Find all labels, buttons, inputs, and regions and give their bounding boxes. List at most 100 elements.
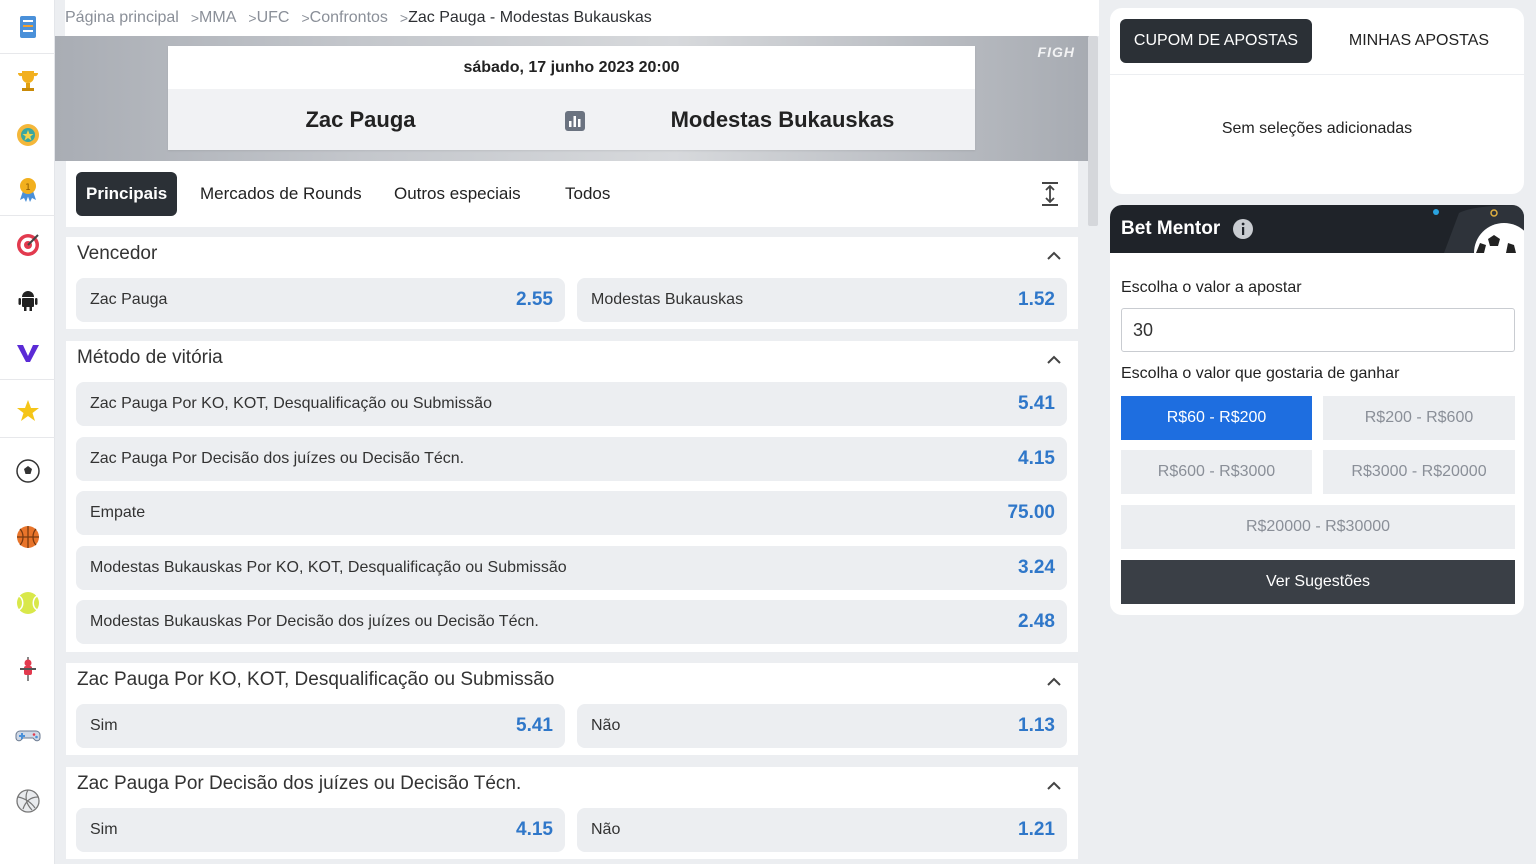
info-icon[interactable]: [1232, 218, 1254, 240]
odd-value: 4.15: [516, 819, 553, 840]
odd-value: 4.15: [1018, 448, 1055, 469]
trophy-icon[interactable]: [0, 54, 55, 108]
main-content: Página principal > MMA > UFC > Confronto…: [55, 0, 1100, 864]
bet-mentor-panel: Bet Mentor Escolha o valor a apostar Esc…: [1110, 205, 1524, 615]
event-banner: FIGH sábado, 17 junho 2023 20:00 Zac Pau…: [55, 36, 1089, 161]
gamepad-icon[interactable]: [0, 708, 55, 762]
basketball-icon[interactable]: [0, 510, 55, 564]
market-zac-pauga-decisao: Zac Pauga Por Decisão dos juízes ou Deci…: [66, 767, 1078, 859]
tab-outros-especiais[interactable]: Outros especiais: [384, 172, 531, 216]
odd-button[interactable]: Zac Pauga Por KO, KOT, Desqualificação o…: [76, 382, 1067, 426]
chevron-up-icon[interactable]: [1046, 353, 1062, 365]
odd-button[interactable]: Modestas Bukauskas Por KO, KOT, Desquali…: [76, 546, 1067, 590]
event-date: sábado, 17 junho 2023 20:00: [168, 46, 975, 89]
odd-label: Não: [591, 717, 621, 734]
odd-button[interactable]: Modestas Bukauskas 1.52: [577, 278, 1067, 322]
chevron-up-icon[interactable]: [1046, 675, 1062, 687]
chevron-right-icon: >: [248, 10, 257, 26]
target-icon[interactable]: [0, 218, 55, 272]
breadcrumb-home[interactable]: Página principal: [65, 9, 179, 27]
bet-coupon: CUPOM DE APOSTAS MINHAS APOSTAS Sem sele…: [1110, 8, 1524, 194]
odd-value: 2.55: [516, 289, 553, 310]
odd-value: 3.24: [1018, 557, 1055, 578]
odd-label: Zac Pauga Por KO, KOT, Desqualificação o…: [90, 395, 492, 412]
market-title: Zac Pauga Por KO, KOT, Desqualificação o…: [77, 669, 555, 690]
collapse-all-icon[interactable]: [1038, 181, 1062, 207]
market-metodo-de-vitoria: Método de vitória Zac Pauga Por KO, KOT,…: [66, 341, 1078, 652]
odd-button[interactable]: Empate 75.00: [76, 491, 1067, 535]
soccer-icon[interactable]: [0, 444, 55, 498]
breadcrumb-current: Zac Pauga - Modestas Bukauskas: [408, 9, 652, 26]
breadcrumb: Página principal > MMA > UFC > Confronto…: [65, 0, 1099, 36]
event-card: sábado, 17 junho 2023 20:00 Zac Pauga Mo…: [168, 46, 975, 150]
android-icon[interactable]: [0, 272, 55, 326]
market-title: Zac Pauga Por Decisão dos juízes ou Deci…: [77, 773, 522, 794]
ver-sugestoes-button[interactable]: Ver Sugestões: [1121, 560, 1515, 604]
win-label: Escolha o valor que gostaria de ganhar: [1121, 365, 1400, 382]
tab-principais[interactable]: Principais: [76, 172, 178, 216]
odd-value: 1.21: [1018, 819, 1055, 840]
odd-label: Não: [591, 821, 621, 838]
odd-value: 2.48: [1018, 611, 1055, 632]
betslip-icon[interactable]: [0, 0, 55, 54]
chevron-right-icon: >: [190, 10, 200, 26]
range-option-200-600[interactable]: R$200 - R$600: [1323, 396, 1515, 440]
odd-value: 75.00: [1007, 502, 1055, 523]
svg-text:1: 1: [25, 183, 31, 193]
chevron-right-icon: >: [301, 10, 310, 26]
odd-button[interactable]: Zac Pauga Por Decisão dos juízes ou Deci…: [76, 437, 1067, 481]
odd-label: Sim: [90, 821, 118, 838]
sports-rail: 1: [0, 0, 55, 864]
odd-button[interactable]: Não 1.21: [577, 808, 1067, 852]
odd-label: Modestas Bukauskas Por Decisão dos juíze…: [90, 613, 539, 630]
medal-icon[interactable]: 1: [0, 162, 55, 216]
chevron-up-icon[interactable]: [1046, 779, 1062, 791]
breadcrumb-mma[interactable]: MMA: [199, 9, 236, 27]
star-badge-icon[interactable]: [0, 108, 55, 162]
odd-button[interactable]: Sim 5.41: [76, 704, 565, 748]
tab-minhas-apostas[interactable]: MINHAS APOSTAS: [1323, 19, 1515, 63]
divider: [1110, 74, 1524, 75]
fighter-1-name: Zac Pauga: [305, 106, 416, 132]
odd-button[interactable]: Sim 4.15: [76, 808, 565, 852]
chevron-up-icon[interactable]: [1046, 249, 1062, 261]
stake-label: Escolha o valor a apostar: [1121, 279, 1302, 296]
tab-cupom-de-apostas[interactable]: CUPOM DE APOSTAS: [1120, 19, 1312, 63]
odd-value: 1.13: [1018, 715, 1055, 736]
breadcrumb-ufc[interactable]: UFC: [257, 9, 290, 27]
odd-label: Zac Pauga Por Decisão dos juízes ou Deci…: [90, 450, 465, 467]
tennis-icon[interactable]: [0, 576, 55, 630]
odd-button[interactable]: Não 1.13: [577, 704, 1067, 748]
soccer-ball-icon: [1433, 205, 1524, 253]
main-scrollbar[interactable]: [1088, 36, 1098, 226]
odd-label: Modestas Bukauskas: [591, 291, 744, 308]
market-title: Método de vitória: [77, 347, 223, 368]
empty-coupon-text: Sem seleções adicionadas: [1221, 120, 1413, 137]
tab-todos[interactable]: Todos: [555, 172, 620, 216]
table-football-icon[interactable]: [0, 642, 55, 696]
banner-text: FIGH: [1037, 44, 1075, 60]
volleyball-icon[interactable]: [0, 774, 55, 828]
odd-value: 1.52: [1018, 289, 1055, 310]
range-option-20000-30000[interactable]: R$20000 - R$30000: [1121, 505, 1515, 549]
range-option-60-200[interactable]: R$60 - R$200: [1121, 396, 1312, 440]
stats-icon[interactable]: [564, 110, 586, 132]
market-title: Vencedor: [77, 243, 158, 264]
odd-button[interactable]: Zac Pauga 2.55: [76, 278, 565, 322]
tab-mercados-de-rounds[interactable]: Mercados de Rounds: [190, 172, 372, 216]
odd-button[interactable]: Modestas Bukauskas Por Decisão dos juíze…: [76, 600, 1067, 644]
bet-mentor-header: Bet Mentor: [1110, 205, 1524, 253]
odd-value: 5.41: [516, 715, 553, 736]
breadcrumb-confrontos[interactable]: Confrontos: [310, 9, 388, 27]
range-option-3000-20000[interactable]: R$3000 - R$20000: [1323, 450, 1515, 494]
range-option-600-3000[interactable]: R$600 - R$3000: [1121, 450, 1312, 494]
odd-label: Empate: [90, 504, 146, 521]
right-sidebar: CUPOM DE APOSTAS MINHAS APOSTAS Sem sele…: [1100, 0, 1536, 864]
chevron-right-icon: >: [399, 10, 409, 26]
market-tabs: Principais Mercados de Rounds Outros esp…: [66, 161, 1078, 227]
market-zac-pauga-ko: Zac Pauga Por KO, KOT, Desqualificação o…: [66, 663, 1078, 755]
market-vencedor: Vencedor Zac Pauga 2.55 Modestas Bukausk…: [66, 237, 1078, 329]
favorites-star-icon[interactable]: [0, 384, 55, 438]
stake-input[interactable]: [1121, 308, 1515, 352]
v-logo-icon[interactable]: [0, 326, 55, 380]
